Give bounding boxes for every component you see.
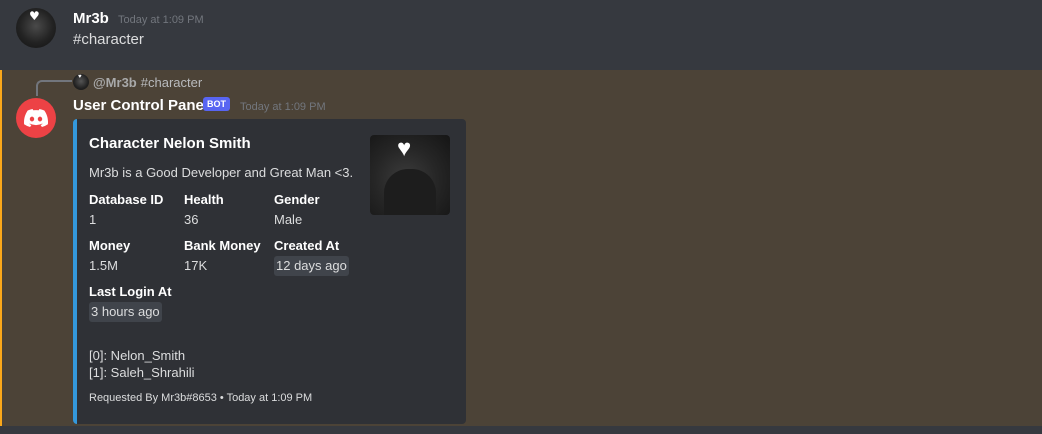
message-username[interactable]: Mr3b (73, 10, 109, 27)
bot-badge: BOT (203, 97, 230, 111)
embed-description: Mr3b is a Good Developer and Great Man <… (89, 165, 354, 180)
list-item: [0]: Nelon_Smith (89, 348, 186, 363)
bot-timestamp: Today at 1:09 PM (240, 101, 326, 113)
bot-username[interactable]: User Control Panel (73, 97, 208, 114)
character-list: [0]: Nelon_Smith [1]: Saleh_Shrahili (89, 347, 195, 381)
reply-avatar: ♥ (73, 74, 89, 90)
field-database-id: Database ID 1 (89, 192, 164, 227)
list-item: [1]: Saleh_Shrahili (89, 365, 195, 380)
mention-highlight-bar (0, 70, 2, 426)
user-avatar[interactable]: ♥ (16, 8, 56, 48)
divider (0, 426, 1042, 434)
created-at-timestamp[interactable]: 12 days ago (274, 256, 349, 276)
discord-logo-icon (24, 109, 48, 127)
reply-connector (36, 80, 72, 96)
field-gender: Gender Male (274, 192, 320, 227)
reply-content[interactable]: #character (141, 75, 202, 90)
heart-icon: ♥ (29, 9, 40, 23)
field-last-login-at: Last Login At 3 hours ago (89, 282, 172, 322)
message-bot: ♥ @Mr3b #character User Control Panel BO… (0, 70, 1042, 426)
heart-icon: ♥ (397, 135, 412, 162)
field-money: Money 1.5M (89, 238, 131, 273)
reply-mention[interactable]: @Mr3b (93, 75, 137, 90)
message-timestamp: Today at 1:09 PM (118, 14, 204, 26)
embed-title: Character Nelon Smith (89, 135, 251, 152)
embed-thumbnail[interactable]: ♥ (370, 135, 450, 215)
reply-preview[interactable]: ♥ @Mr3b #character (73, 74, 202, 90)
field-health: Health 36 (184, 192, 224, 227)
field-created-at: Created At 12 days ago (274, 236, 349, 276)
last-login-timestamp[interactable]: 3 hours ago (89, 302, 162, 322)
message-content: #character (73, 31, 144, 48)
bot-avatar[interactable] (16, 98, 56, 138)
embed-footer: Requested By Mr3b#8653 • Today at 1:09 P… (89, 392, 313, 404)
character-embed: Character Nelon Smith Mr3b is a Good Dev… (73, 119, 466, 424)
message-mr3b: ♥ Mr3b Today at 1:09 PM #character (0, 0, 1042, 70)
field-bank-money: Bank Money 17K (184, 238, 261, 273)
